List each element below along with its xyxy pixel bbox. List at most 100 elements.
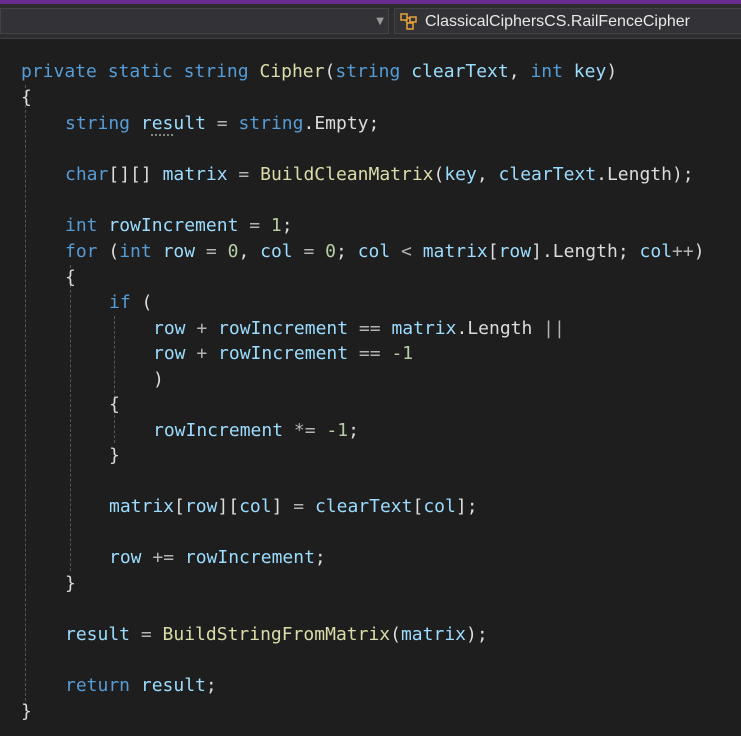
code-line[interactable]: int rowIncrement = 1; (65, 213, 293, 239)
code-token: row (153, 343, 186, 364)
code-token: matrix (422, 241, 488, 262)
code-line[interactable]: private static string Cipher(string clea… (21, 59, 617, 85)
code-token: char (65, 164, 109, 185)
code-editor[interactable]: private static string Cipher(string clea… (0, 39, 741, 736)
code-token: col (639, 241, 673, 262)
code-token: = (130, 624, 163, 645)
code-token: rowIncrement (218, 343, 349, 364)
code-line[interactable]: matrix[row][col] = clearText[col]; (109, 494, 478, 520)
code-line[interactable]: { (109, 392, 120, 418)
code-line[interactable]: row + rowIncrement == -1 (153, 341, 413, 367)
code-token: [ (412, 496, 424, 517)
code-line[interactable]: string result = string.Empty; (65, 111, 379, 137)
code-token: row (162, 241, 196, 262)
code-token: ][ (217, 496, 240, 517)
code-token: } (109, 445, 120, 466)
code-token: = (238, 215, 271, 236)
code-token: ( (390, 624, 401, 645)
code-token: Cipher (259, 61, 325, 82)
code-token: -1 (391, 343, 414, 364)
class-name-label: ClassicalCiphersCS.RailFenceCipher (425, 13, 690, 30)
code-token: [ (487, 241, 499, 262)
code-token: = (205, 113, 239, 134)
code-token: rowIncrement (184, 547, 315, 568)
code-line[interactable]: char[][] matrix = BuildCleanMatrix(key, … (65, 162, 694, 188)
code-line[interactable]: for (int row = 0, col = 0; col < matrix[… (65, 239, 705, 265)
code-token: row (109, 547, 142, 568)
code-token: ]; (455, 496, 478, 517)
code-token: matrix (109, 496, 175, 517)
code-line[interactable]: rowIncrement *= -1; (153, 418, 359, 444)
code-token: ; (617, 241, 640, 262)
code-token: -1 (326, 420, 349, 441)
code-token: matrix (162, 164, 228, 185)
code-token: ; (348, 420, 359, 441)
code-token: . (456, 318, 468, 339)
code-token: BuildCleanMatrix (260, 164, 434, 185)
code-token: matrix (400, 624, 466, 645)
code-token: ); (671, 164, 694, 185)
member-dropdown[interactable]: ClassicalCiphersCS.RailFenceCipher (394, 8, 741, 34)
code-token: string (183, 61, 249, 82)
code-token: + (185, 343, 219, 364)
code-token: } (65, 573, 76, 594)
code-token: ) (153, 369, 164, 390)
code-token: 1 (270, 215, 282, 236)
code-line[interactable]: } (109, 443, 120, 469)
code-token: , (508, 61, 531, 82)
code-line[interactable]: } (65, 571, 76, 597)
code-token: clearText (314, 496, 413, 517)
chevron-down-icon[interactable]: ▼ (376, 16, 384, 27)
code-token: Length (552, 241, 618, 262)
type-dropdown[interactable]: ▼ (0, 8, 389, 34)
code-token: Length (606, 164, 672, 185)
code-token: row (153, 318, 186, 339)
code-token: Length (467, 318, 533, 339)
code-token: return (65, 675, 131, 696)
code-line[interactable]: } (21, 699, 32, 725)
code-token: col (423, 496, 456, 517)
code-line[interactable]: if ( (109, 290, 152, 316)
code-token: ] (271, 496, 283, 517)
code-token: row (498, 241, 532, 262)
indent-guide (70, 265, 71, 571)
code-token: key (444, 164, 477, 185)
code-token: private (21, 61, 97, 82)
code-token: = (227, 164, 261, 185)
code-token: rowIncrement (108, 215, 239, 236)
code-token: int (119, 241, 152, 262)
code-line[interactable]: row += rowIncrement; (109, 545, 326, 571)
code-token: es (151, 113, 174, 134)
code-token: ; (205, 675, 217, 696)
code-token: int (65, 215, 98, 236)
code-line[interactable]: result = BuildStringFromMatrix(matrix); (65, 622, 488, 648)
code-token: ; (281, 215, 293, 236)
code-token: 0 (227, 241, 239, 262)
code-line[interactable]: return result; (65, 673, 217, 699)
code-token: . (596, 164, 607, 185)
code-token: ]. (531, 241, 553, 262)
code-token: } (21, 701, 32, 722)
code-token: += (141, 547, 185, 568)
code-line[interactable]: { (21, 85, 32, 111)
code-line[interactable]: ) (153, 367, 164, 393)
code-token: < (390, 241, 423, 262)
code-token: clearText (498, 164, 597, 185)
code-line[interactable]: { (65, 265, 76, 291)
code-token: ( (97, 241, 120, 262)
code-token: key (573, 61, 607, 82)
code-line[interactable]: row + rowIncrement == matrix.Length || (153, 316, 565, 342)
code-token: ; (368, 113, 380, 134)
code-token: || (532, 318, 565, 339)
code-token: row (184, 496, 218, 517)
code-token: *= (283, 420, 327, 441)
code-token: clearText (411, 61, 509, 82)
code-token: int (530, 61, 563, 82)
code-token: string (65, 113, 131, 134)
